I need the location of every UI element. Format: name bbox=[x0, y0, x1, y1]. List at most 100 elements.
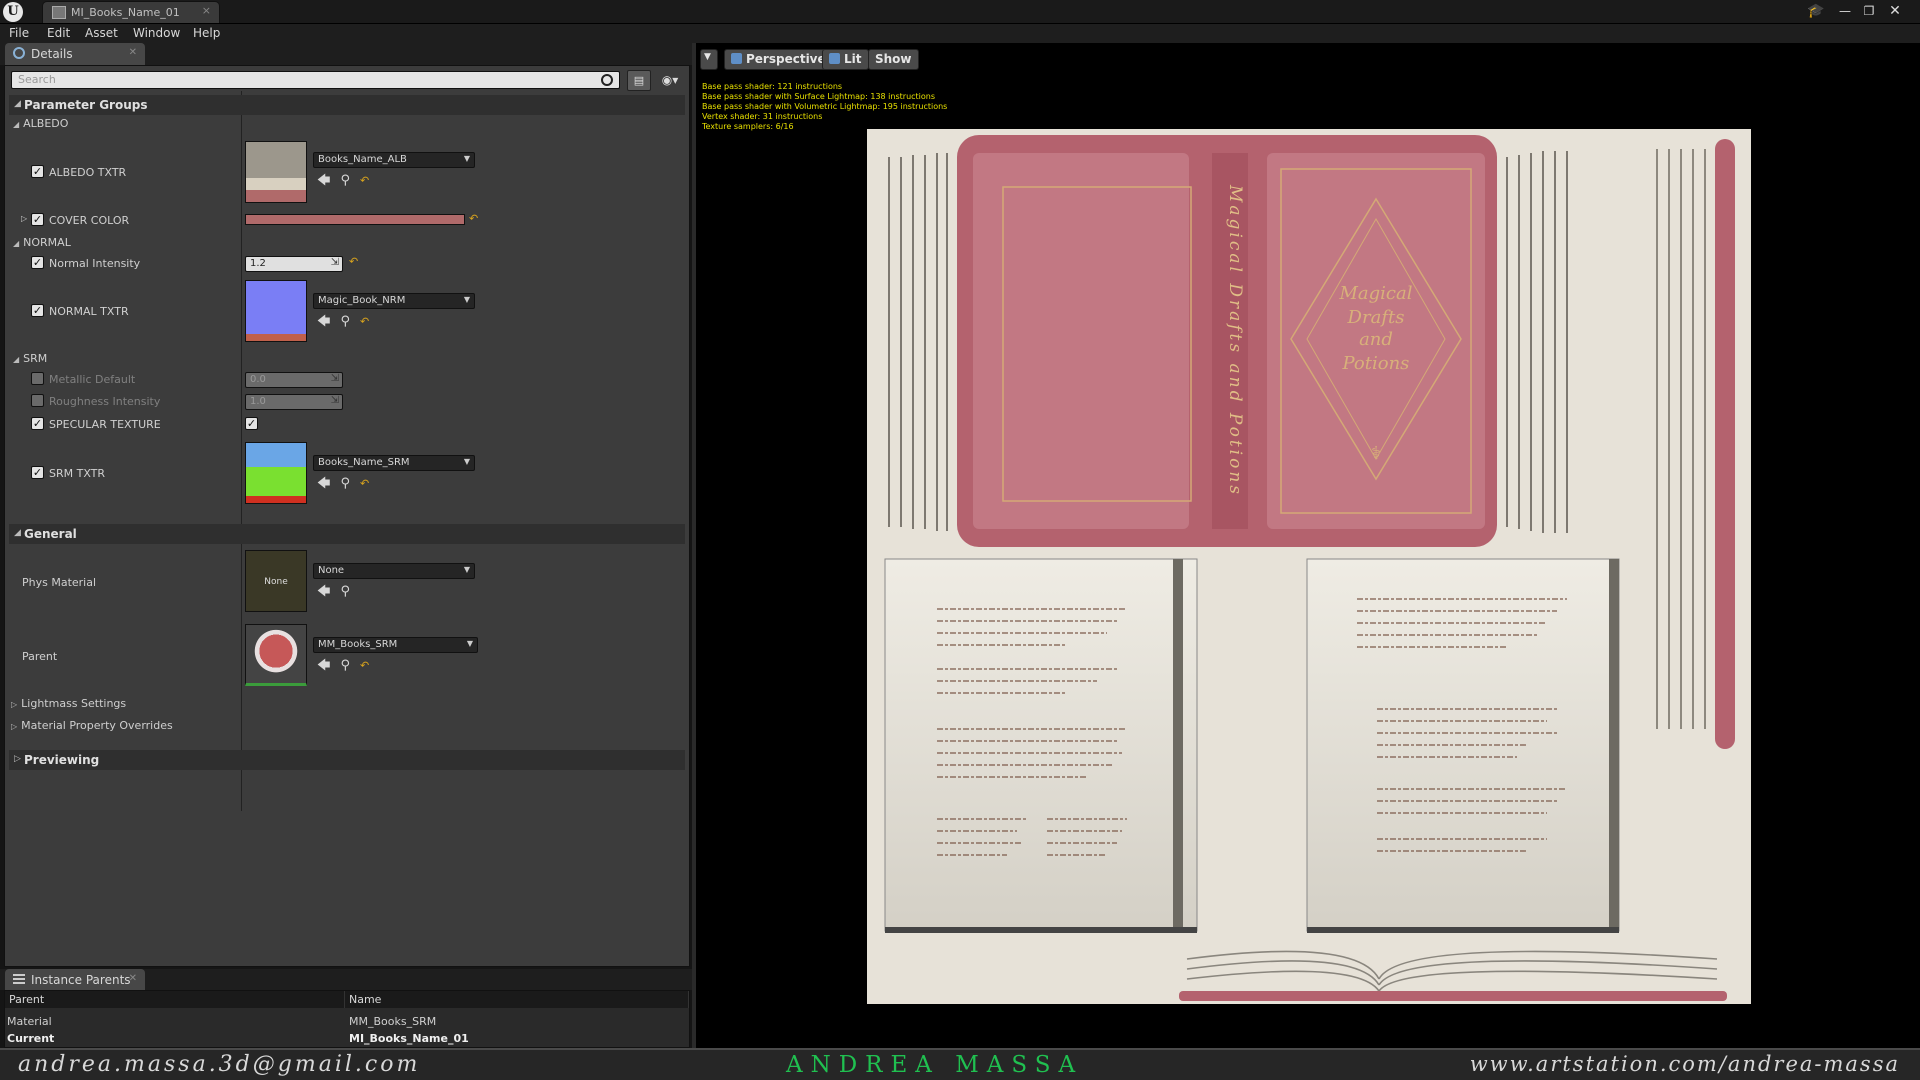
table-row-name[interactable]: MM_Books_SRM bbox=[349, 1015, 436, 1028]
lit-cube-icon bbox=[829, 53, 840, 64]
details-panel: Search ▤ ◉▾ ◢ Parameter Groups ◢ ALBEDO ✓… bbox=[4, 65, 690, 967]
use-selected-arrow-icon[interactable]: 🡄 bbox=[317, 476, 330, 491]
normal-intensity-checkbox[interactable]: ✓ bbox=[31, 256, 44, 269]
instance-parents-tab-bar: Instance Parents ✕ bbox=[0, 969, 692, 990]
albedo-texture-dropdown[interactable]: Books_Name_ALB ▼ bbox=[313, 152, 475, 168]
tab-details[interactable]: Details ✕ bbox=[5, 43, 145, 65]
list-icon bbox=[13, 974, 25, 984]
albedo-texture-thumbnail[interactable] bbox=[245, 141, 307, 203]
menu-edit[interactable]: Edit bbox=[47, 26, 70, 40]
footer-name: ANDREA MASSA bbox=[786, 1052, 1084, 1078]
lightmass-settings[interactable]: ▷ Lightmass Settings bbox=[11, 697, 126, 710]
section-previewing[interactable]: ▷ Previewing bbox=[9, 750, 685, 770]
reset-to-default-icon[interactable]: ↶ bbox=[349, 255, 358, 268]
table-row-parent[interactable]: Current bbox=[7, 1032, 54, 1045]
browse-search-icon[interactable]: ⚲ bbox=[340, 584, 350, 599]
roughness-intensity-field[interactable]: 1.0 ⇲ bbox=[245, 394, 343, 410]
reset-to-default-icon[interactable]: ↶ bbox=[360, 477, 369, 490]
maximize-button[interactable]: ❐ bbox=[1860, 2, 1878, 20]
menu-asset[interactable]: Asset bbox=[85, 26, 118, 40]
group-srm[interactable]: ◢ SRM bbox=[13, 352, 47, 365]
browse-search-icon[interactable]: ⚲ bbox=[340, 173, 350, 188]
srm-texture-tools: 🡄 ⚲ ↶ bbox=[317, 474, 379, 496]
graduation-cap-icon[interactable]: 🎓 bbox=[1806, 2, 1826, 20]
minimize-button[interactable]: — bbox=[1836, 2, 1854, 20]
menu-window[interactable]: Window bbox=[133, 26, 180, 40]
unreal-logo-icon[interactable]: U bbox=[3, 2, 23, 22]
section-parameter-groups[interactable]: ◢ Parameter Groups bbox=[9, 95, 685, 115]
material-property-overrides[interactable]: ▷ Material Property Overrides bbox=[11, 719, 173, 732]
section-general[interactable]: ◢ General bbox=[9, 524, 685, 544]
specular-texture-checkbox[interactable]: ✓ bbox=[245, 417, 258, 430]
roughness-intensity-checkbox[interactable] bbox=[31, 394, 44, 407]
albedo-txtr-label: ALBEDO TXTR bbox=[49, 166, 127, 179]
menu-help[interactable]: Help bbox=[193, 26, 220, 40]
metallic-default-checkbox[interactable] bbox=[31, 372, 44, 385]
eye-icon[interactable]: ◉▾ bbox=[655, 70, 685, 91]
column-header-parent[interactable]: Parent bbox=[5, 991, 345, 1008]
use-selected-arrow-icon[interactable]: 🡄 bbox=[317, 658, 330, 673]
group-albedo[interactable]: ◢ ALBEDO bbox=[13, 117, 68, 130]
close-icon[interactable]: ✕ bbox=[129, 47, 137, 58]
tab-instance-parents[interactable]: Instance Parents ✕ bbox=[5, 969, 145, 990]
document-tab[interactable]: MI_Books_Name_01 × bbox=[42, 1, 220, 23]
search-icon[interactable] bbox=[601, 74, 613, 86]
lit-button[interactable]: Lit bbox=[822, 49, 869, 70]
perspective-icon bbox=[731, 53, 742, 64]
reset-to-default-icon[interactable]: ↶ bbox=[360, 174, 369, 187]
srm-txtr-checkbox[interactable]: ✓ bbox=[31, 466, 44, 479]
menu-file[interactable]: File bbox=[9, 26, 29, 40]
cover-color-swatch[interactable] bbox=[245, 214, 465, 225]
table-row-parent[interactable]: Material bbox=[7, 1015, 52, 1028]
reset-to-default-icon[interactable]: ↶ bbox=[360, 315, 369, 328]
browse-search-icon[interactable]: ⚲ bbox=[340, 314, 350, 329]
phys-material-tools: 🡄 ⚲ bbox=[317, 582, 360, 604]
column-splitter[interactable] bbox=[241, 91, 242, 811]
reset-to-default-icon[interactable]: ↶ bbox=[360, 659, 369, 672]
albedo-txtr-checkbox[interactable]: ✓ bbox=[31, 165, 44, 178]
group-normal[interactable]: ◢ NORMAL bbox=[13, 236, 71, 249]
use-selected-arrow-icon[interactable]: 🡄 bbox=[317, 314, 330, 329]
roughness-intensity-label: Roughness Intensity bbox=[49, 395, 161, 408]
view-options-button[interactable]: ▤ bbox=[627, 70, 651, 91]
table-row-name[interactable]: MI_Books_Name_01 bbox=[349, 1032, 469, 1045]
svg-text:⚕: ⚕ bbox=[1371, 443, 1381, 464]
chevron-down-icon: ◢ bbox=[14, 528, 21, 538]
viewport-options-button[interactable]: ▼ bbox=[700, 49, 718, 70]
expand-arrow-icon[interactable]: ▷ bbox=[21, 214, 27, 223]
use-selected-arrow-icon[interactable]: 🡄 bbox=[317, 584, 330, 599]
chevron-down-icon: ◢ bbox=[14, 99, 21, 109]
phys-material-thumbnail[interactable]: None bbox=[245, 550, 307, 612]
footer-url: www.artstation.com/andrea-massa bbox=[1469, 1052, 1900, 1076]
parent-label: Parent bbox=[22, 650, 58, 663]
metallic-default-field[interactable]: 0.0 ⇲ bbox=[245, 372, 343, 388]
footer-email: andrea.massa.3d@gmail.com bbox=[18, 1052, 421, 1077]
parent-material-thumbnail[interactable] bbox=[245, 624, 307, 686]
phys-material-dropdown[interactable]: None ▼ bbox=[313, 563, 475, 579]
browse-search-icon[interactable]: ⚲ bbox=[340, 476, 350, 491]
normal-texture-dropdown[interactable]: Magic_Book_NRM ▼ bbox=[313, 293, 475, 309]
close-tab-icon[interactable]: × bbox=[202, 4, 211, 17]
close-window-button[interactable]: ✕ bbox=[1886, 2, 1904, 20]
svg-text:Magical: Magical bbox=[1338, 283, 1412, 304]
perspective-button[interactable]: Perspective bbox=[724, 49, 833, 70]
srm-texture-thumbnail[interactable] bbox=[245, 442, 307, 504]
column-header-name[interactable]: Name bbox=[345, 991, 689, 1008]
cover-color-checkbox[interactable]: ✓ bbox=[31, 213, 44, 226]
cover-color-label: COVER COLOR bbox=[49, 214, 130, 227]
normal-txtr-checkbox[interactable]: ✓ bbox=[31, 304, 44, 317]
normal-intensity-field[interactable]: 1.2 ⇲ bbox=[245, 256, 343, 272]
close-icon[interactable]: ✕ bbox=[129, 973, 137, 984]
srm-texture-dropdown[interactable]: Books_Name_SRM ▼ bbox=[313, 455, 475, 471]
show-button[interactable]: Show bbox=[868, 49, 919, 70]
preview-viewport[interactable]: ▼ Perspective Lit Show Base pass shader:… bbox=[692, 43, 1920, 1048]
menu-bar: File Edit Asset Window Help bbox=[0, 24, 1920, 43]
parent-material-dropdown[interactable]: MM_Books_SRM ▼ bbox=[313, 637, 478, 653]
use-selected-arrow-icon[interactable]: 🡄 bbox=[317, 173, 330, 188]
search-input[interactable]: Search bbox=[11, 71, 620, 89]
specular-texture-override-checkbox[interactable]: ✓ bbox=[31, 417, 44, 430]
parent-material-tools: 🡄 ⚲ ↶ bbox=[317, 656, 379, 678]
normal-texture-thumbnail[interactable] bbox=[245, 280, 307, 342]
reset-to-default-icon[interactable]: ↶ bbox=[469, 212, 478, 225]
browse-search-icon[interactable]: ⚲ bbox=[340, 658, 350, 673]
